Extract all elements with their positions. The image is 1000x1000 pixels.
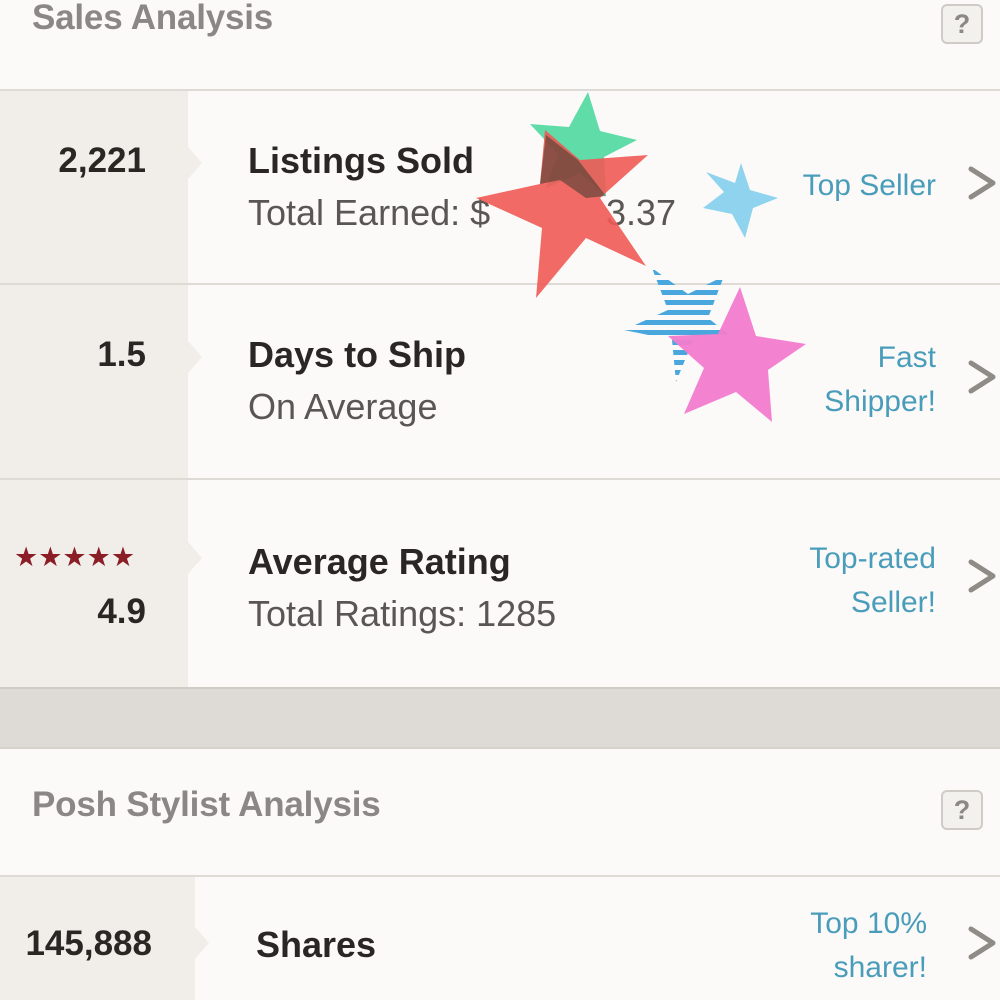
badge-line: Shipper!: [824, 385, 936, 418]
stat-notch: [195, 927, 209, 959]
posh-stylist-title: Posh Stylist Analysis: [32, 785, 381, 824]
chevron-right-icon[interactable]: [965, 357, 999, 397]
top-seller-badge[interactable]: Top Seller: [803, 164, 936, 208]
chevron-right-icon[interactable]: [965, 163, 999, 203]
average-rating-label: Average Rating: [248, 541, 511, 582]
question-mark-icon: ?: [953, 794, 971, 825]
chevron-right-icon[interactable]: [965, 556, 999, 596]
shares-label: Shares: [256, 924, 377, 965]
on-average-label: On Average: [248, 386, 438, 427]
stat-notch: [188, 542, 202, 574]
page: Sales Analysis ? 2,221 Listings Sold Tot…: [0, 0, 1000, 1000]
stat-notch: [188, 341, 202, 373]
badge-line: Top Seller: [802, 169, 936, 202]
stylist-help-button[interactable]: ?: [941, 790, 983, 830]
posh-stylist-header: Posh Stylist Analysis ?: [0, 749, 1000, 876]
stat-column: [0, 480, 188, 688]
question-mark-icon: ?: [953, 8, 971, 39]
stat-column: [0, 285, 188, 480]
top-sharer-badge[interactable]: Top 10% sharer!: [810, 902, 927, 990]
fast-shipper-badge[interactable]: Fast Shipper!: [824, 336, 936, 424]
average-rating-row[interactable]: ★★★★★ 4.9 Average Rating Total Ratings: …: [0, 478, 1000, 688]
days-to-ship-label: Days to Ship: [248, 334, 467, 375]
days-to-ship-row[interactable]: 1.5 Days to Ship On Average Fast Shipper…: [0, 283, 1000, 480]
shares-row[interactable]: 145,888 Shares Top 10% sharer!: [0, 875, 1000, 1000]
sales-analysis-title: Sales Analysis: [32, 0, 274, 37]
chevron-right-icon[interactable]: [965, 923, 999, 963]
total-earned-label: Total Earned: $: [248, 192, 491, 233]
stat-column: [0, 91, 188, 285]
sales-analysis-header: Sales Analysis ?: [0, 0, 1000, 90]
badge-line: sharer!: [833, 951, 927, 984]
listings-sold-label: Listings Sold: [248, 140, 475, 181]
section-divider: [0, 687, 1000, 749]
shares-count: 145,888: [25, 924, 152, 963]
rating-stars-icon: ★★★★★: [14, 542, 136, 572]
total-ratings-label: Total Ratings: 1285: [248, 593, 557, 634]
listings-sold-count: 2,221: [58, 141, 146, 180]
listings-sold-row[interactable]: 2,221 Listings Sold Total Earned: $ 3.37…: [0, 89, 1000, 285]
sales-help-button[interactable]: ?: [941, 4, 983, 44]
badge-line: Fast: [877, 341, 936, 374]
stat-notch: [188, 147, 202, 179]
badge-line: Top 10%: [810, 907, 927, 940]
days-to-ship-value: 1.5: [97, 335, 146, 374]
average-rating-value: 4.9: [97, 592, 146, 631]
top-rated-seller-badge[interactable]: Top-rated Seller!: [809, 537, 936, 625]
badge-line: Seller!: [850, 586, 936, 619]
total-earned-amount-fragment: 3.37: [606, 192, 677, 233]
badge-line: Top-rated: [809, 542, 936, 575]
